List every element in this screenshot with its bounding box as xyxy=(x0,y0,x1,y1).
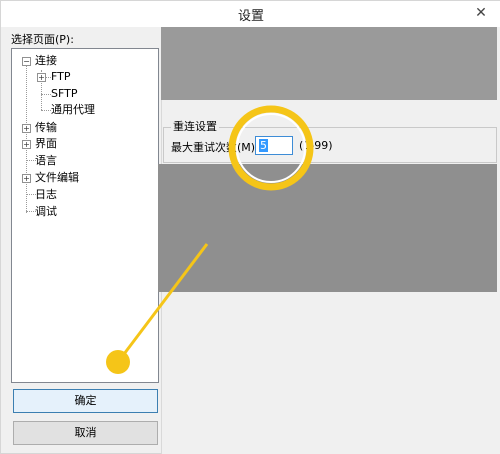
expand-icon[interactable]: + xyxy=(22,174,31,183)
max-retries-value: 5 xyxy=(259,139,268,152)
tree-item-file-editing[interactable]: 文件编辑 xyxy=(35,170,79,186)
reconnect-group-title: 重连设置 xyxy=(171,118,219,134)
expand-icon[interactable]: + xyxy=(22,140,31,149)
ok-button[interactable]: 确定 xyxy=(13,389,158,413)
dimmed-region-top xyxy=(161,27,497,100)
tree-item-log[interactable]: 日志 xyxy=(35,187,57,203)
settings-dialog: 设置 ✕ 选择页面(P): − 连接 + FTP SFTP 通用代理 + 传输 … xyxy=(0,0,500,454)
dimmed-region-bottom xyxy=(158,164,497,292)
tree-item-sftp[interactable]: SFTP xyxy=(51,86,77,102)
tree-item-transfer[interactable]: 传输 xyxy=(35,120,57,136)
tree-item-ftp[interactable]: FTP xyxy=(51,69,71,85)
window-title: 设置 xyxy=(237,9,264,24)
max-retries-label: 最大重试次数(M): xyxy=(171,141,259,154)
tree-item-language[interactable]: 语言 xyxy=(35,153,57,169)
title-bar: 设置 ✕ xyxy=(1,1,500,27)
tree-connector xyxy=(41,94,51,95)
expand-icon[interactable]: + xyxy=(37,73,46,82)
max-retries-input[interactable]: 5 xyxy=(255,136,293,155)
tree-connector xyxy=(41,110,51,111)
tree-item-connection[interactable]: 连接 xyxy=(35,53,57,69)
tree-item-generic-proxy[interactable]: 通用代理 xyxy=(51,102,95,118)
tree-item-debug[interactable]: 调试 xyxy=(35,204,57,220)
collapse-icon[interactable]: − xyxy=(22,57,31,66)
tree-item-interface[interactable]: 界面 xyxy=(35,136,57,152)
select-page-label: 选择页面(P): xyxy=(11,33,74,46)
settings-page-tree[interactable]: − 连接 + FTP SFTP 通用代理 + 传输 + 界面 语言 + 文件编辑… xyxy=(11,48,159,383)
tree-connector xyxy=(26,63,27,213)
close-icon: ✕ xyxy=(475,5,487,21)
close-button[interactable]: ✕ xyxy=(469,3,493,23)
cancel-button[interactable]: 取消 xyxy=(13,421,158,445)
max-retries-range-hint: (0-99) xyxy=(299,139,333,152)
expand-icon[interactable]: + xyxy=(22,124,31,133)
